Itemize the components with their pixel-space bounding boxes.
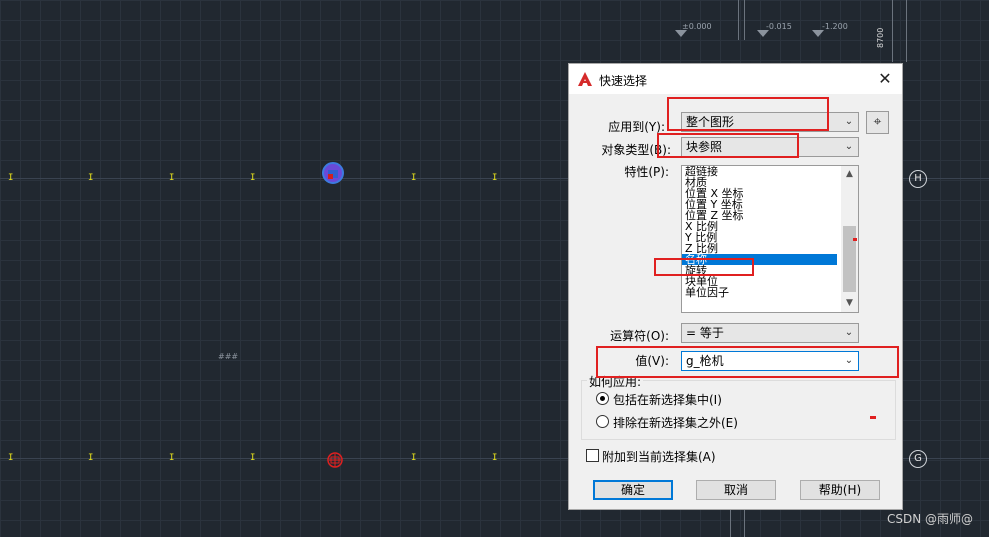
include-radio[interactable] <box>596 392 609 405</box>
highlight-box <box>667 97 829 131</box>
operator-select[interactable]: = 等于 ⌄ <box>681 323 859 343</box>
leader-line <box>744 510 745 537</box>
cancel-button[interactable]: 取消 <box>696 480 776 500</box>
elevation-label: -0.015 <box>766 22 792 31</box>
dimension-label: 8700 <box>876 27 885 48</box>
property-item[interactable]: 单位因子 <box>682 287 837 298</box>
help-button[interactable]: 帮助(H) <box>800 480 880 500</box>
append-checkbox[interactable] <box>586 449 599 462</box>
elevation-triangle-icon <box>757 30 769 37</box>
operator-label: 运算符(O): <box>610 329 669 343</box>
autocad-logo-icon <box>578 72 592 86</box>
block-marker[interactable]: I <box>8 454 13 463</box>
chevron-down-icon: ⌄ <box>844 327 854 338</box>
block-marker[interactable]: I <box>411 174 416 183</box>
grid-bubble-g: G <box>909 450 927 468</box>
exclude-radio[interactable] <box>596 415 609 428</box>
watermark: CSDN @雨师@ <box>886 512 973 526</box>
camera-block-selected-icon[interactable] <box>322 160 344 186</box>
elevation-label: ±0.000 <box>682 22 712 31</box>
block-marker[interactable]: I <box>250 454 255 463</box>
highlight-box <box>596 346 899 378</box>
block-marker[interactable]: I <box>492 454 497 463</box>
highlight-box <box>657 133 799 158</box>
properties-label: 特性(P): <box>624 165 669 179</box>
leader-line <box>730 510 731 537</box>
chevron-down-icon: ⌄ <box>844 116 854 127</box>
scroll-down-icon[interactable]: ▼ <box>841 295 858 312</box>
leader-line <box>892 0 893 62</box>
include-label[interactable]: 包括在新选择集中(I) <box>613 391 722 408</box>
select-objects-button[interactable]: ⌖ <box>866 111 889 134</box>
annotation-text: ### <box>218 352 239 361</box>
append-checkbox-label[interactable]: 附加到当前选择集(A) <box>602 448 716 465</box>
block-marker[interactable]: I <box>88 454 93 463</box>
apply-to-label: 应用到(Y): <box>608 120 665 134</box>
leader-line <box>906 0 907 62</box>
ok-button[interactable]: 确定 <box>593 480 673 500</box>
scroll-up-icon[interactable]: ▲ <box>841 166 858 183</box>
highlight-box <box>654 258 754 276</box>
block-marker[interactable]: I <box>8 174 13 183</box>
block-marker[interactable]: I <box>88 174 93 183</box>
elevation-label: -1.200 <box>822 22 848 31</box>
leader-line <box>738 0 739 40</box>
exclude-label[interactable]: 排除在新选择集之外(E) <box>613 414 738 431</box>
highlight-mark <box>853 238 857 241</box>
elevation-triangle-icon <box>675 30 687 37</box>
close-icon[interactable]: ✕ <box>874 68 896 90</box>
block-marker[interactable]: I <box>250 174 255 183</box>
camera-block-icon[interactable] <box>326 449 344 471</box>
dialog-title: 快速选择 <box>599 74 648 88</box>
properties-list[interactable]: 超链接 材质 位置 X 坐标 位置 Y 坐标 位置 Z 坐标 X 比例 Y 比例… <box>681 165 859 313</box>
crosshair-icon: ⌖ <box>873 114 882 130</box>
operator-value: = 等于 <box>686 326 724 340</box>
scrollbar-thumb[interactable] <box>843 226 856 292</box>
block-marker[interactable]: I <box>169 454 174 463</box>
chevron-down-icon: ⌄ <box>844 141 854 152</box>
block-marker[interactable]: I <box>492 174 497 183</box>
block-marker[interactable]: I <box>411 454 416 463</box>
grid-bubble-h: H <box>909 170 927 188</box>
dialog-titlebar[interactable]: 快速选择 ✕ <box>569 64 902 94</box>
leader-line <box>744 0 745 40</box>
highlight-mark <box>870 416 876 419</box>
elevation-triangle-icon <box>812 30 824 37</box>
block-marker[interactable]: I <box>169 174 174 183</box>
